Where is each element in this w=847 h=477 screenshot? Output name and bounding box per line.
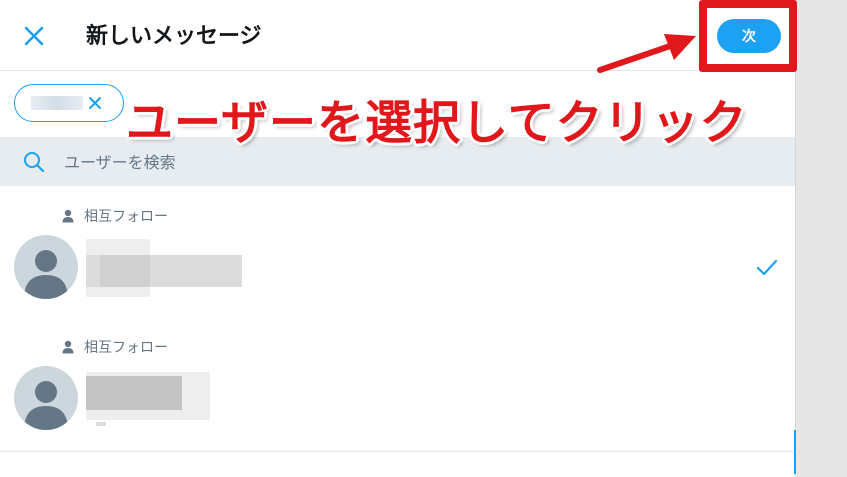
user-list-item[interactable]: 相互フォロー xyxy=(0,189,795,321)
chip-user-name-blurred xyxy=(31,96,83,110)
search-icon xyxy=(24,152,45,173)
close-button[interactable] xyxy=(18,20,50,52)
checkmark-icon xyxy=(756,259,778,276)
scrollbar[interactable] xyxy=(794,430,796,474)
mutual-follow-label: 相互フォロー xyxy=(62,206,168,226)
next-button[interactable]: 次 xyxy=(717,19,781,53)
selected-user-chip[interactable] xyxy=(14,84,124,122)
user-list-item[interactable]: 相互フォロー xyxy=(0,320,795,452)
arrow-pointer-icon xyxy=(597,34,696,73)
default-avatar-icon xyxy=(24,381,68,430)
instruction-annotation: ユーザーを選択してクリック xyxy=(126,96,748,151)
close-icon[interactable] xyxy=(85,93,105,113)
mutual-follow-label: 相互フォロー xyxy=(62,337,168,357)
person-icon xyxy=(62,340,74,354)
divider xyxy=(0,451,795,452)
avatar xyxy=(14,235,78,299)
mutual-follow-text: 相互フォロー xyxy=(84,340,168,356)
avatar xyxy=(14,366,78,430)
person-icon xyxy=(62,209,74,223)
dialog-title: 新しいメッセージ xyxy=(86,24,262,49)
default-avatar-icon xyxy=(24,250,68,299)
close-icon xyxy=(24,26,44,46)
mutual-follow-text: 相互フォロー xyxy=(84,209,168,225)
